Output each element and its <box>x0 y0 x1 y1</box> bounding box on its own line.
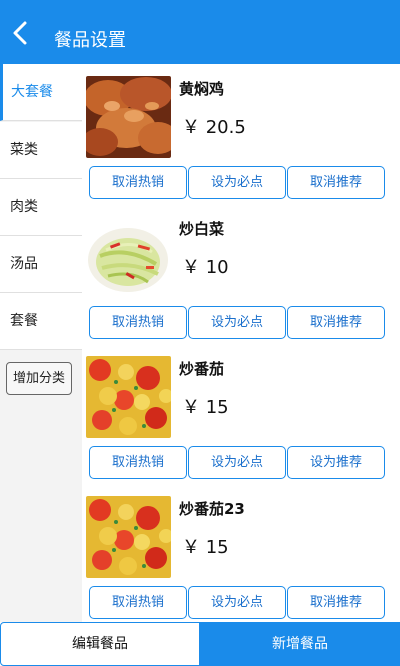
category-sidebar: 大套餐 菜类 肉类 汤品 套餐 增加分类 <box>0 64 82 622</box>
set-required-button[interactable]: 设为必点 <box>188 586 286 619</box>
cancel-hot-sale-button[interactable]: 取消热销 <box>89 306 187 339</box>
cancel-hot-sale-button[interactable]: 取消热销 <box>89 586 187 619</box>
dish-image-stir-fried-cabbage <box>86 216 171 298</box>
dish-price: ￥ 10 <box>182 257 229 278</box>
dish-name: 炒番茄 <box>179 360 225 378</box>
cancel-hot-sale-button[interactable]: 取消热销 <box>89 166 187 199</box>
app-header: 餐品设置 <box>0 0 400 64</box>
dish-card: 炒白菜 ￥ 10 取消热销 设为必点 取消推荐 <box>82 204 400 344</box>
set-required-button[interactable]: 设为必点 <box>188 306 286 339</box>
app-screen: 餐品设置 大套餐 菜类 肉类 汤品 套餐 增加分类 黄焖鸡 ￥ 20.5 取消热… <box>0 0 400 666</box>
set-required-button[interactable]: 设为必点 <box>188 446 286 479</box>
cancel-recommend-button[interactable]: 取消推荐 <box>287 586 385 619</box>
dish-image-tomato-egg-23 <box>86 496 171 578</box>
cancel-recommend-button[interactable]: 取消推荐 <box>287 306 385 339</box>
dish-image-tomato-egg <box>86 356 171 438</box>
cancel-hot-sale-button[interactable]: 取消热销 <box>89 446 187 479</box>
dish-card: 炒番茄23 ￥ 15 取消热销 设为必点 取消推荐 <box>82 484 400 622</box>
edit-dishes-button[interactable]: 编辑餐品 <box>0 622 200 666</box>
dish-name: 炒白菜 <box>179 220 225 238</box>
add-category-button[interactable]: 增加分类 <box>6 362 72 395</box>
cancel-recommend-button[interactable]: 取消推荐 <box>287 166 385 199</box>
page-title: 餐品设置 <box>54 0 126 64</box>
dish-price: ￥ 15 <box>182 397 229 418</box>
sidebar-item-vegetables[interactable]: 菜类 <box>0 122 82 179</box>
sidebar-item-meat[interactable]: 肉类 <box>0 179 82 236</box>
add-dish-button[interactable]: 新增餐品 <box>200 622 400 666</box>
bottom-action-bar: 编辑餐品 新增餐品 <box>0 622 400 666</box>
dish-image-braised-chicken <box>86 76 171 158</box>
dish-name: 黄焖鸡 <box>179 80 225 98</box>
dish-name: 炒番茄23 <box>179 500 245 518</box>
set-recommend-button[interactable]: 设为推荐 <box>287 446 385 479</box>
chevron-left-icon <box>13 21 27 45</box>
dish-price: ￥ 20.5 <box>182 117 246 138</box>
dish-list: 黄焖鸡 ￥ 20.5 取消热销 设为必点 取消推荐 炒白菜 ￥ 10 取消热销 … <box>82 64 400 622</box>
sidebar-item-large-set[interactable]: 大套餐 <box>0 64 82 121</box>
back-button[interactable] <box>8 18 36 48</box>
dish-price: ￥ 15 <box>182 537 229 558</box>
set-required-button[interactable]: 设为必点 <box>188 166 286 199</box>
dish-card: 炒番茄 ￥ 15 取消热销 设为必点 设为推荐 <box>82 344 400 484</box>
sidebar-item-soup[interactable]: 汤品 <box>0 236 82 293</box>
dish-card: 黄焖鸡 ￥ 20.5 取消热销 设为必点 取消推荐 <box>82 64 400 204</box>
page-title-text: 餐品设置 <box>54 30 126 51</box>
sidebar-item-set-meal[interactable]: 套餐 <box>0 293 82 350</box>
